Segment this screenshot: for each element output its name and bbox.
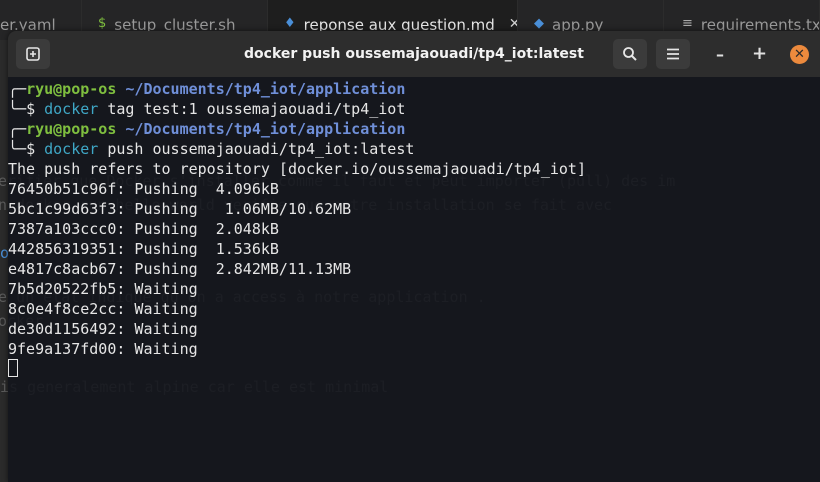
prompt-user: ryu@pop-os — [26, 80, 117, 98]
hamburger-menu-icon — [667, 48, 679, 60]
command-name: docker — [44, 140, 99, 158]
output-line: e4817c8acb67: Pushing 2.842MB/11.13MB — [8, 260, 352, 278]
markdown-file-icon: ♦ — [284, 16, 296, 31]
command-name: docker — [44, 100, 99, 118]
output-line: 7b5d20522fb5: Waiting — [8, 280, 198, 298]
output-line: 7387a103ccc0: Pushing 2.048kB — [8, 220, 279, 238]
cursor-line — [8, 359, 820, 379]
search-icon — [623, 47, 637, 61]
text-cursor — [8, 359, 18, 377]
terminal-window[interactable]: docker push oussemajaouadi/tp4_iot:lates… — [8, 31, 820, 482]
python-file-icon: ◆ — [534, 16, 544, 31]
output-line: 442856319351: Pushing 1.536kB — [8, 240, 279, 258]
new-tab-icon — [26, 47, 40, 61]
text-file-icon: ≡ — [682, 16, 693, 31]
output-line: 9fe9a137fd00: Waiting — [8, 340, 198, 358]
minimize-button[interactable]: – — [716, 45, 724, 64]
output-line: The push refers to repository [docker.io… — [8, 160, 586, 178]
close-window-button[interactable]: ✕ — [790, 45, 809, 64]
prompt-line: ╭─ryu@pop-os ~/Documents/tp4_iot/applica… — [8, 80, 406, 98]
terminal-output[interactable]: ╭─ryu@pop-os ~/Documents/tp4_iot/applica… — [8, 77, 820, 379]
terminal-title: docker push oussemajaouadi/tp4_iot:lates… — [244, 46, 584, 62]
prompt-path: ~/Documents/tp4_iot/application — [125, 80, 406, 98]
close-tab-icon[interactable]: ✕ — [509, 16, 517, 32]
command-line: ╰─$ docker push oussemajaouadi/tp4_iot:l… — [8, 140, 415, 158]
command-args: push oussemajaouadi/tp4_iot:latest — [98, 140, 415, 158]
output-line: de30d1156492: Waiting — [8, 320, 198, 338]
command-line: ╰─$ docker tag test:1 oussemajaouadi/tp4… — [8, 100, 406, 118]
terminal-titlebar[interactable]: docker push oussemajaouadi/tp4_iot:lates… — [8, 31, 820, 77]
menu-button[interactable] — [656, 39, 690, 69]
output-line: 76450b51c96f: Pushing 4.096kB — [8, 180, 279, 198]
search-button[interactable] — [613, 39, 647, 69]
prompt-path: ~/Documents/tp4_iot/application — [125, 120, 406, 138]
output-line: 5bc1c99d63f3: Pushing 1.06MB/10.62MB — [8, 200, 352, 218]
maximize-button[interactable]: + — [752, 43, 767, 64]
prompt-line: ╭─ryu@pop-os ~/Documents/tp4_iot/applica… — [8, 120, 406, 138]
new-tab-button[interactable] — [16, 39, 50, 69]
shell-file-icon: $ — [98, 16, 107, 31]
output-line: 8c0e4f8ce2cc: Waiting — [8, 300, 198, 318]
prompt-user: ryu@pop-os — [26, 120, 117, 138]
command-args: tag test:1 oussemajaouadi/tp4_iot — [98, 100, 406, 118]
